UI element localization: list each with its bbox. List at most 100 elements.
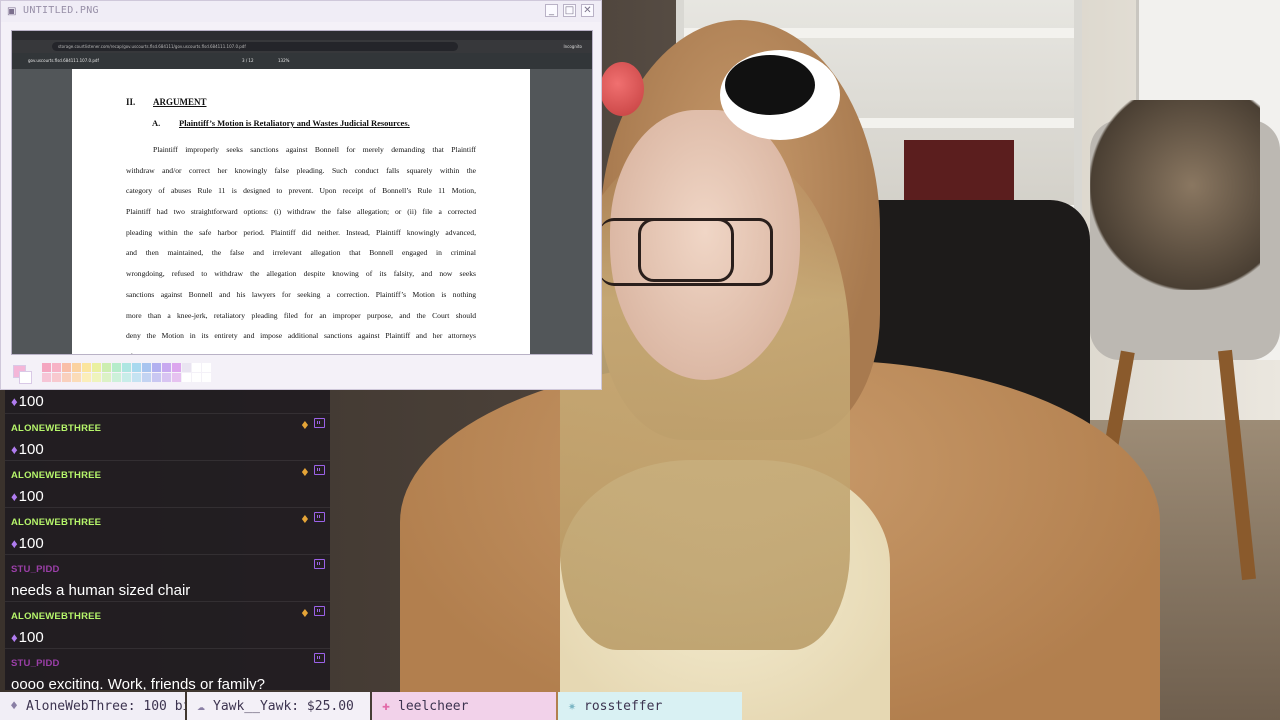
star-icon: ✷: [568, 699, 576, 714]
color-swatch[interactable]: [202, 363, 211, 372]
chat-message: ALONEWEBTHREE ♦ ♦100: [5, 508, 330, 555]
chat-message: ALONEWEBTHREE ♦ ♦100: [5, 602, 330, 649]
current-colors[interactable]: [13, 365, 32, 384]
paragraph-line: of record.: [126, 347, 476, 354]
color-swatch[interactable]: [102, 373, 111, 382]
color-swatch[interactable]: [62, 373, 71, 382]
color-swatch[interactable]: [172, 363, 181, 372]
color-swatch[interactable]: [112, 373, 121, 382]
image-canvas[interactable]: storage.courtlistener.com/recap/gov.usco…: [11, 30, 593, 355]
background-color[interactable]: [19, 371, 32, 384]
color-swatch[interactable]: [192, 363, 201, 372]
color-swatch[interactable]: [42, 363, 51, 372]
color-swatch[interactable]: [142, 373, 151, 382]
swatch-grid: [42, 363, 211, 382]
cheer-value: 100: [18, 393, 44, 410]
paragraph-line: Plaintiff improperly seeks sanctions aga…: [153, 145, 476, 154]
glasses: [600, 218, 773, 286]
chat-message: ALONEWEBTHREE ♦ ♦100: [5, 461, 330, 508]
event-ticker: ♦ AloneWebThree: 100 bits ☁ Yawk__Yawk: $2…: [0, 692, 1280, 720]
chat-username[interactable]: STU_PIDD: [11, 564, 60, 575]
cheer-value: 100: [18, 488, 44, 505]
minimize-button[interactable]: _: [545, 4, 558, 17]
chat-username[interactable]: ALONEWEBTHREE: [11, 611, 101, 622]
paragraph-line: category of abuses Rule 11 is designed t…: [126, 186, 476, 196]
color-swatch[interactable]: [92, 363, 101, 372]
bits-gem-icon: ♦: [11, 630, 18, 645]
incognito-label: Incognito: [563, 44, 582, 49]
bits-badge-icon: ♦: [300, 466, 310, 479]
color-swatch[interactable]: [112, 363, 121, 372]
color-swatch[interactable]: [172, 373, 181, 382]
color-swatch[interactable]: [182, 373, 191, 382]
color-swatch[interactable]: [122, 363, 131, 372]
window-title: UNTITLED.PNG: [23, 5, 99, 16]
close-button[interactable]: ✕: [581, 4, 594, 17]
paragraph-line: pleading within the safe harbor period. …: [126, 227, 476, 237]
color-swatch[interactable]: [182, 363, 191, 372]
color-swatch[interactable]: [82, 373, 91, 382]
color-swatch[interactable]: [152, 363, 161, 372]
paragraph-line: wrongdoing, refused to withdraw the alle…: [126, 269, 476, 279]
color-swatch[interactable]: [202, 373, 211, 382]
cheer-value: 100: [18, 535, 44, 552]
paragraph-line: and then maintained, the false and irrel…: [126, 248, 476, 258]
twitch-chat-icon: [314, 418, 325, 428]
twitch-chat-icon: [314, 559, 325, 569]
color-swatch[interactable]: [62, 363, 71, 372]
color-swatch[interactable]: [102, 363, 111, 372]
color-swatch[interactable]: [72, 363, 81, 372]
color-swatch[interactable]: [152, 373, 161, 382]
cheer-amount: ♦100: [11, 629, 44, 646]
color-swatch[interactable]: [132, 373, 141, 382]
cheer-value: 100: [18, 629, 44, 646]
color-swatch[interactable]: [42, 373, 51, 382]
color-swatch[interactable]: [162, 373, 171, 382]
maximize-button[interactable]: □: [563, 4, 576, 17]
pdf-toolbar: gov.uscourts.flsd.684111.107.0.pdf 3 / 1…: [12, 53, 592, 69]
argument-paragraph: Plaintiff improperly seeks sanctions aga…: [126, 140, 476, 354]
costume-nose: [600, 62, 644, 116]
chat-message: ♦100: [5, 390, 330, 414]
image-window: ▣ UNTITLED.PNG _ □ ✕ storage.courtlisten…: [0, 0, 602, 390]
paragraph-line: deny the Motion in its entirety and impo…: [126, 331, 476, 341]
twitch-chat-icon: [314, 465, 325, 475]
bits-gem-icon: ♦: [11, 442, 18, 457]
costume-pupil: [725, 55, 815, 115]
ticker-item: ☁ Yawk__Yawk: $25.00: [187, 692, 370, 720]
pdf-zoom: 132%: [278, 58, 290, 63]
color-swatch[interactable]: [82, 363, 91, 372]
cheer-amount: ♦100: [11, 393, 44, 410]
chat-username[interactable]: ALONEWEBTHREE: [11, 517, 101, 528]
paragraph-line: more than a knee-jerk, retaliatory plead…: [126, 310, 476, 320]
cheer-amount: ♦100: [11, 441, 44, 458]
subsection-number: A.: [152, 118, 161, 128]
bits-gem-icon: ♦: [11, 489, 18, 504]
color-swatch[interactable]: [52, 363, 61, 372]
color-swatch[interactable]: [122, 373, 131, 382]
color-swatch[interactable]: [192, 373, 201, 382]
chat-username[interactable]: ALONEWEBTHREE: [11, 470, 101, 481]
title-bar[interactable]: ▣ UNTITLED.PNG _ □ ✕: [1, 1, 601, 22]
chat-username[interactable]: STU_PIDD: [11, 658, 60, 669]
browser-toolbar: storage.courtlistener.com/recap/gov.usco…: [12, 40, 592, 53]
app-icon: ▣: [7, 6, 17, 17]
chat-message: ALONEWEBTHREE ♦ ♦100: [5, 414, 330, 461]
chat-username[interactable]: ALONEWEBTHREE: [11, 423, 101, 434]
color-swatch[interactable]: [72, 373, 81, 382]
color-swatch[interactable]: [142, 363, 151, 372]
bits-badge-icon: ♦: [300, 419, 310, 432]
cat: [1090, 100, 1260, 290]
paragraph-line: sanctions against Bonnell and his lawyer…: [126, 289, 476, 299]
cheer-value: 100: [18, 441, 44, 458]
ticker-item: ✷ rossteffer: [558, 692, 742, 720]
color-swatch[interactable]: [52, 373, 61, 382]
paragraph-line: withdraw and/or correct her knowingly fa…: [126, 165, 476, 175]
color-swatch[interactable]: [132, 363, 141, 372]
heart-icon: ✚: [382, 699, 390, 714]
color-swatch[interactable]: [92, 373, 101, 382]
chat-message: STU_PIDD needs a human sized chair: [5, 555, 330, 602]
chat-text: needs a human sized chair: [11, 582, 191, 599]
bits-gem-icon: ♦: [11, 394, 18, 409]
color-swatch[interactable]: [162, 363, 171, 372]
